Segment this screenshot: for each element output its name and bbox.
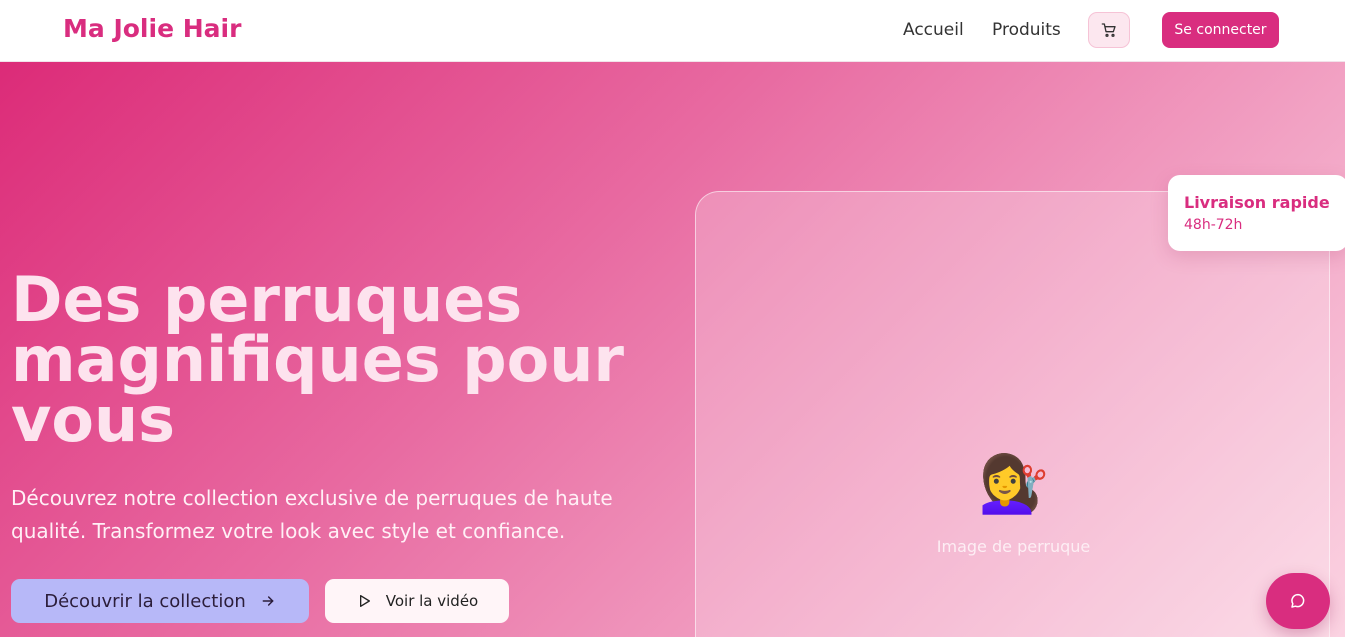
- delivery-time: 48h-72h: [1184, 217, 1243, 233]
- discover-collection-label: Découvrir la collection: [44, 590, 246, 612]
- fast-delivery-badge: Livraison rapide 48h-72h: [1168, 175, 1345, 251]
- login-button[interactable]: Se connecter: [1162, 12, 1279, 48]
- nav-link-accueil[interactable]: Accueil: [903, 20, 964, 40]
- image-caption: Image de perruque: [936, 537, 1091, 556]
- cart-button[interactable]: [1088, 12, 1130, 48]
- nav-link-produits[interactable]: Produits: [992, 20, 1061, 40]
- chat-bubble-icon: [1291, 593, 1305, 608]
- shopping-cart-icon: [1101, 23, 1116, 37]
- play-icon: [359, 595, 370, 607]
- hero-section: Des perruques magnifiques pour vous Déco…: [0, 62, 1345, 637]
- site-header: Ma Jolie Hair Accueil Produits Se connec…: [0, 0, 1345, 62]
- chat-button[interactable]: [1266, 573, 1330, 629]
- watch-video-label: Voir la vidéo: [385, 592, 479, 610]
- watch-video-button[interactable]: Voir la vidéo: [325, 579, 509, 623]
- hero-image-placeholder: 💇‍♀️ Image de perruque: [695, 191, 1330, 637]
- site-logo[interactable]: Ma Jolie Hair: [63, 14, 241, 44]
- arrow-right-icon: [262, 596, 274, 606]
- discover-collection-button[interactable]: Découvrir la collection: [11, 579, 309, 623]
- hairdresser-icon: 💇‍♀️: [978, 452, 1049, 517]
- hero-subtitle: Découvrez notre collection exclusive de …: [11, 486, 613, 543]
- hero-title: Des perruques magnifiques pour vous: [11, 263, 624, 456]
- delivery-title: Livraison rapide: [1184, 193, 1330, 212]
